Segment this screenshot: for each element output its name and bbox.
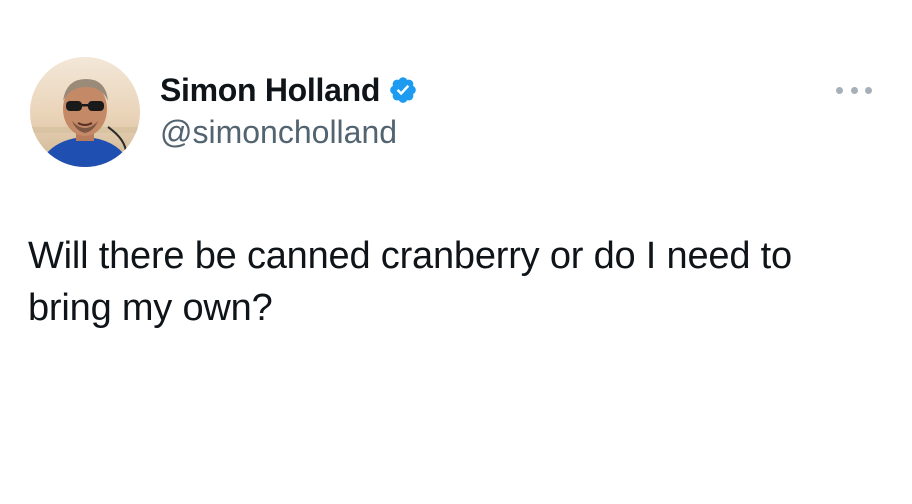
more-dot: [836, 86, 843, 94]
more-dot: [865, 86, 872, 94]
author-handle[interactable]: @simoncholland: [160, 114, 397, 151]
more-options-icon[interactable]: [836, 80, 872, 100]
author-name-row: Simon Holland: [160, 70, 418, 110]
author-display-name[interactable]: Simon Holland: [160, 72, 380, 109]
more-dot: [850, 86, 858, 94]
avatar[interactable]: [30, 57, 140, 167]
avatar-photo-icon: [30, 57, 140, 167]
tweet-card: Simon Holland @simoncholland Will there …: [0, 0, 912, 504]
tweet-text: Will there be canned cranberry or do I n…: [28, 235, 792, 329]
verified-badge-icon[interactable]: [388, 75, 418, 105]
